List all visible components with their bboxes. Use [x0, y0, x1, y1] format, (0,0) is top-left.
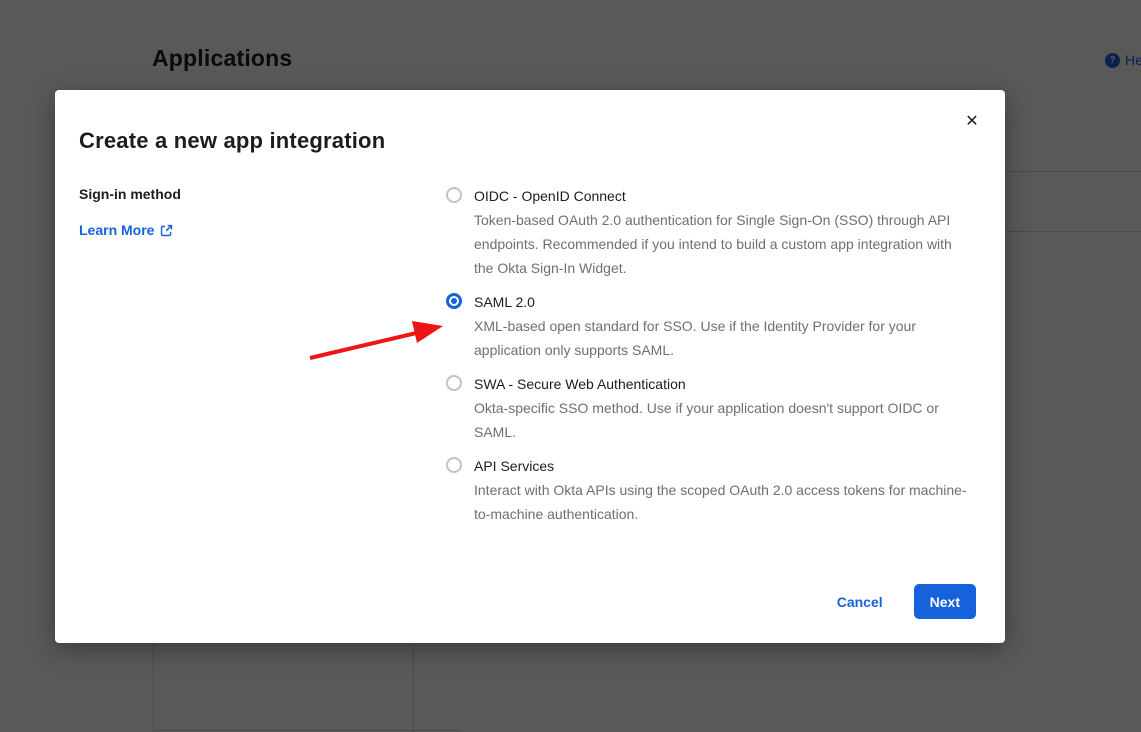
next-button[interactable]: Next — [914, 584, 976, 619]
radio-oidc[interactable] — [446, 187, 462, 203]
external-link-icon — [160, 224, 173, 237]
option-oidc: OIDC - OpenID Connect Token-based OAuth … — [446, 184, 981, 280]
create-app-integration-dialog: Create a new app integration ✕ Sign-in m… — [55, 90, 1005, 643]
option-api-services: API Services Interact with Okta APIs usi… — [446, 454, 981, 526]
close-icon[interactable]: ✕ — [959, 108, 985, 134]
dialog-title: Create a new app integration — [79, 128, 385, 154]
option-swa: SWA - Secure Web Authentication Okta-spe… — [446, 372, 981, 444]
radio-api-services[interactable] — [446, 457, 462, 473]
option-api-services-description: Interact with Okta APIs using the scoped… — [474, 478, 974, 526]
radio-swa[interactable] — [446, 375, 462, 391]
learn-more-label: Learn More — [79, 222, 154, 238]
option-api-services-label[interactable]: API Services — [474, 454, 974, 478]
learn-more-link[interactable]: Learn More — [79, 222, 173, 238]
option-oidc-label[interactable]: OIDC - OpenID Connect — [474, 184, 974, 208]
option-swa-description: Okta-specific SSO method. Use if your ap… — [474, 396, 974, 444]
sign-in-method-options: OIDC - OpenID Connect Token-based OAuth … — [446, 184, 981, 536]
radio-saml[interactable] — [446, 293, 462, 309]
option-saml-description: XML-based open standard for SSO. Use if … — [474, 314, 974, 362]
cancel-button[interactable]: Cancel — [837, 594, 883, 610]
option-swa-label[interactable]: SWA - Secure Web Authentication — [474, 372, 974, 396]
dialog-footer: Cancel Next — [837, 584, 976, 619]
dialog-left-column: Sign-in method Learn More — [79, 186, 379, 240]
screen: Applications ? Help Create a new app int… — [0, 0, 1141, 732]
option-saml-label[interactable]: SAML 2.0 — [474, 290, 974, 314]
option-oidc-description: Token-based OAuth 2.0 authentication for… — [474, 208, 974, 280]
option-saml: SAML 2.0 XML-based open standard for SSO… — [446, 290, 981, 362]
sign-in-method-heading: Sign-in method — [79, 186, 379, 202]
